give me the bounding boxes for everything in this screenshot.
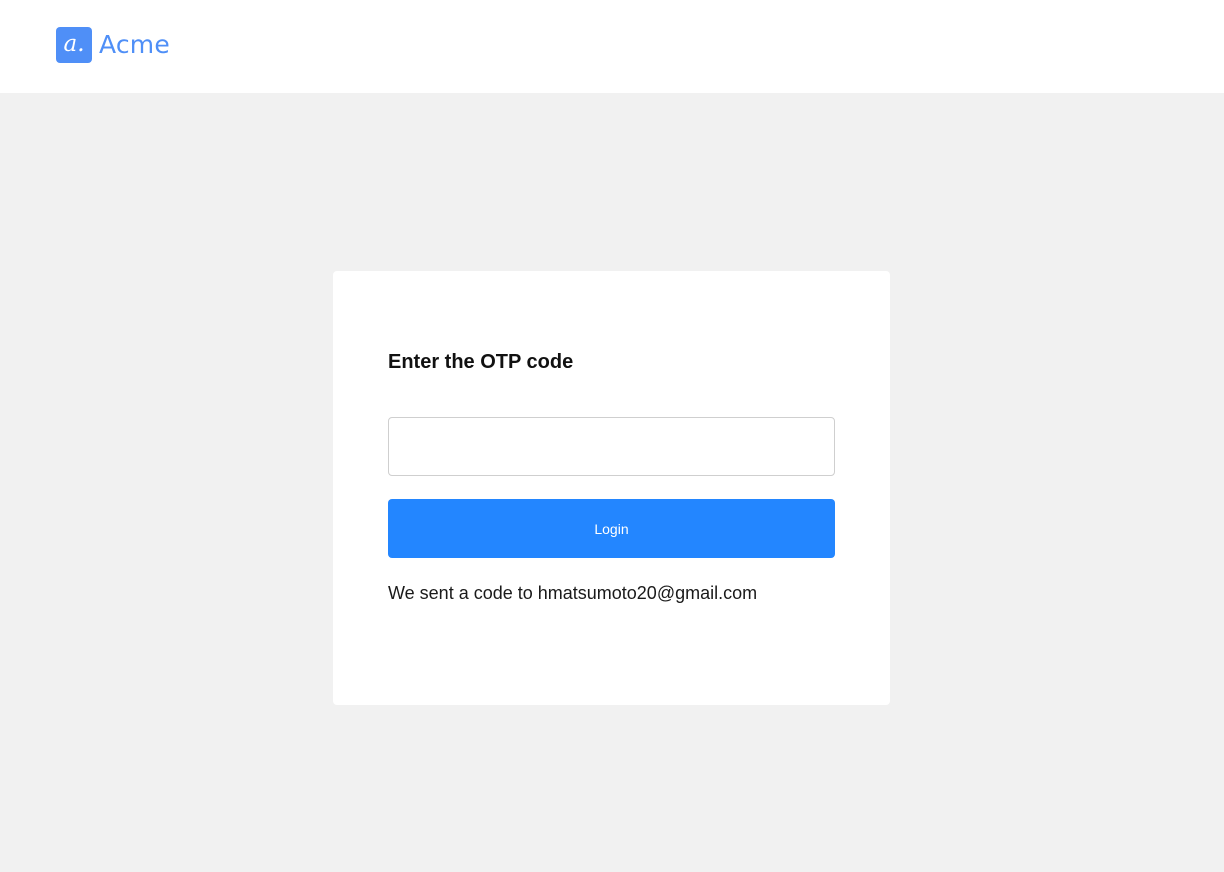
acme-logo-icon: a. xyxy=(56,27,92,63)
brand-logo[interactable]: a. Acme xyxy=(56,27,170,63)
otp-card: Enter the OTP code Login We sent a code … xyxy=(333,271,890,705)
code-sent-message: We sent a code to hmatsumoto20@gmail.com xyxy=(388,583,758,603)
top-header: a. Acme xyxy=(0,0,1224,93)
otp-title: Enter the OTP code xyxy=(388,351,574,373)
login-button[interactable]: Login xyxy=(388,499,835,558)
brand-name: Acme xyxy=(99,30,170,59)
otp-code-input[interactable] xyxy=(388,417,835,476)
